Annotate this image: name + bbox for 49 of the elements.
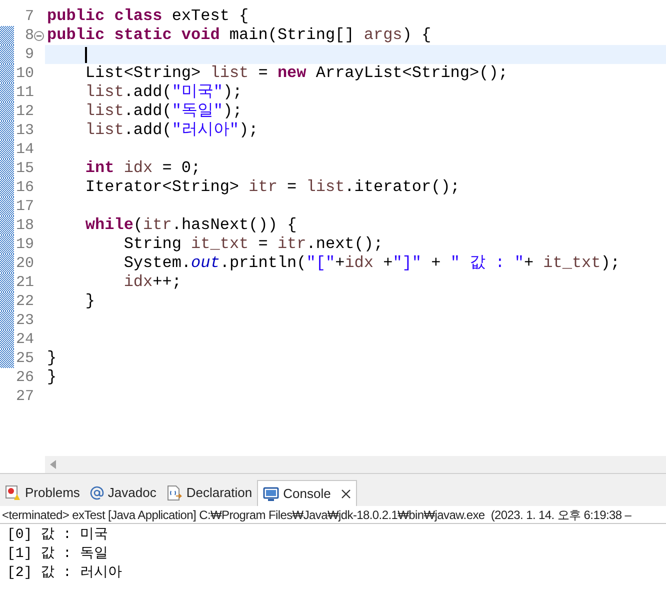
at-sign-icon: [90, 486, 104, 500]
line-number: 15: [16, 159, 34, 178]
line-number: 12: [16, 102, 34, 121]
line-number: 24: [16, 330, 34, 349]
code-line: int idx = 0;: [85, 159, 201, 178]
code-line: }: [47, 368, 57, 387]
line-number: 21: [16, 273, 34, 292]
text-caret: [85, 46, 87, 62]
code-line: public class exTest {: [47, 7, 249, 26]
code-line: }: [85, 292, 96, 311]
line-number: 26: [16, 368, 34, 387]
line-number: 27: [16, 387, 34, 406]
line-number: 18: [16, 216, 34, 235]
code-line: Iterator<String> itr = list.iterator();: [85, 178, 460, 197]
line-number: 17: [16, 197, 34, 216]
code-line: idx++;: [124, 273, 182, 292]
line-number: 11: [16, 83, 34, 102]
code-line: public static void main(String[] args) {: [47, 26, 432, 45]
line-number: 20: [16, 254, 34, 273]
code-line: String it_txt = itr.next();: [124, 235, 384, 254]
line-number: 9: [24, 45, 34, 64]
line-number: 19: [16, 235, 34, 254]
line-number: 8: [24, 26, 34, 45]
close-icon[interactable]: [340, 488, 351, 498]
line-number: 13: [16, 121, 34, 140]
code-line: List<String> list = new ArrayList<String>();: [85, 64, 508, 83]
line-number: 22: [16, 292, 34, 311]
console-output-line: [0] 값 : 미국: [7, 526, 109, 545]
line-number: 10: [16, 64, 34, 83]
code-line: list.add("러시아");: [85, 121, 258, 140]
horizontal-scrollbar[interactable]: [45, 456, 666, 473]
view-tab[interactable]: Console: [257, 480, 357, 506]
line-number: 14: [16, 140, 34, 159]
line-number: 23: [16, 311, 34, 330]
code-line: list.add("미국");: [85, 83, 242, 102]
code-line: list.add("독일");: [85, 102, 242, 121]
code-line: System.out.println("["+idx +"]" + " 값 : "+ it_txt);: [124, 254, 620, 273]
line-number: 16: [16, 178, 34, 197]
collapse-icon[interactable]: [34, 30, 44, 40]
console-output-line: [2] 값 : 러시아: [7, 564, 123, 583]
console-output-line: [1] 값 : 독일: [7, 545, 109, 564]
line-number: 7: [24, 7, 34, 26]
code-line: while(itr.hasNext()) {: [85, 216, 297, 235]
console-status: <terminated> exTest [Java Application] C:₩Program Files₩Java₩jdk-18.0.2.1₩bin₩javaw.exe (2023. 1. 14. 오후 6:19:38 –: [2, 506, 632, 524]
monitor-icon: [263, 486, 280, 502]
problems-icon: [5, 485, 21, 501]
code-line: }: [47, 349, 57, 368]
declaration-icon: [166, 485, 182, 501]
line-number: 25: [16, 349, 34, 368]
